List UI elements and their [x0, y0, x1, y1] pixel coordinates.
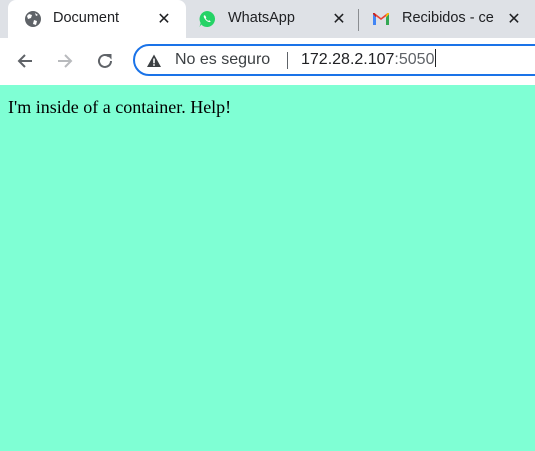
back-button[interactable] — [11, 47, 39, 75]
security-status[interactable]: No es seguro — [175, 46, 270, 74]
arrow-right-icon — [58, 54, 73, 68]
arrow-left-icon — [17, 54, 32, 68]
tab-whatsapp[interactable]: WhatsApp ✕ — [186, 0, 356, 38]
page-text: I'm inside of a container. Help! — [8, 97, 232, 117]
tab-gmail[interactable]: Recibidos - ce ✕ — [362, 0, 535, 38]
tab-title: Recibidos - ce — [402, 10, 494, 26]
close-icon[interactable]: ✕ — [155, 10, 173, 28]
address-bar[interactable]: No es seguro 172.28.2.107:5050 — [133, 44, 535, 76]
tab-strip: Document ✕ WhatsApp ✕ Recibidos - ce ✕ — [0, 0, 535, 38]
close-icon[interactable]: ✕ — [505, 10, 523, 28]
forward-button[interactable] — [51, 47, 79, 75]
close-icon[interactable]: ✕ — [330, 10, 348, 28]
omnibox-divider — [287, 52, 288, 69]
browser-toolbar: No es seguro 172.28.2.107:5050 — [0, 38, 535, 85]
reload-button[interactable] — [91, 47, 119, 75]
gmail-icon — [372, 10, 390, 28]
reload-icon — [98, 53, 112, 68]
tab-document[interactable]: Document ✕ — [8, 0, 186, 38]
warning-icon[interactable] — [146, 53, 162, 69]
tab-separator — [358, 9, 359, 31]
url-port: :5050 — [394, 51, 435, 68]
globe-icon — [24, 10, 42, 28]
tab-title: Document — [53, 10, 120, 26]
url-text[interactable]: 172.28.2.107:5050 — [301, 46, 437, 74]
page-content: I'm inside of a container. Help! — [0, 85, 535, 451]
url-host: 172.28.2.107 — [301, 51, 395, 68]
text-caret — [435, 49, 437, 67]
whatsapp-icon — [198, 10, 216, 28]
tab-title: WhatsApp — [228, 10, 295, 26]
